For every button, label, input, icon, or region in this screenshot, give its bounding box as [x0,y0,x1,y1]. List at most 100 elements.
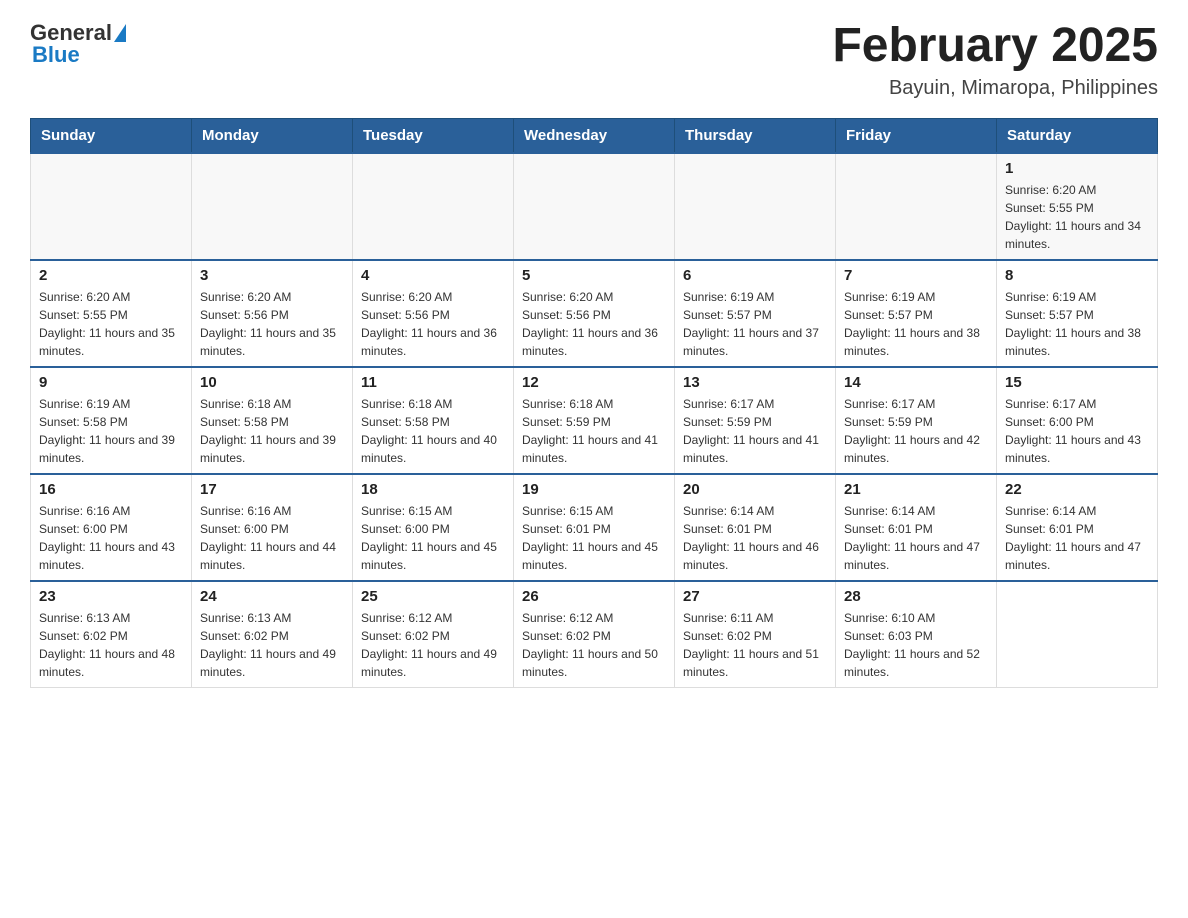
calendar-header: Sunday Monday Tuesday Wednesday Thursday… [31,118,1158,153]
day-number: 27 [683,588,827,605]
day-number: 16 [39,481,183,498]
day-info: Sunrise: 6:13 AMSunset: 6:02 PMDaylight:… [200,609,344,681]
day-info: Sunrise: 6:14 AMSunset: 6:01 PMDaylight:… [683,502,827,574]
day-number: 19 [522,481,666,498]
calendar-cell: 26 Sunrise: 6:12 AMSunset: 6:02 PMDayligh… [514,581,675,688]
calendar-title: February 2025 [832,20,1158,73]
logo-triangle-icon [114,24,126,42]
calendar-week-row: 1 Sunrise: 6:20 AMSunset: 5:55 PMDaylight… [31,153,1158,260]
calendar-cell [675,153,836,260]
col-saturday: Saturday [997,118,1158,153]
day-number: 23 [39,588,183,605]
page-header: General Blue February 2025 Bayuin, Mimar… [30,20,1158,100]
calendar-cell [353,153,514,260]
day-info: Sunrise: 6:20 AMSunset: 5:55 PMDaylight:… [1005,181,1149,253]
day-info: Sunrise: 6:10 AMSunset: 6:03 PMDaylight:… [844,609,988,681]
day-info: Sunrise: 6:17 AMSunset: 5:59 PMDaylight:… [844,395,988,467]
day-number: 2 [39,267,183,284]
calendar-cell [997,581,1158,688]
day-info: Sunrise: 6:16 AMSunset: 6:00 PMDaylight:… [200,502,344,574]
day-info: Sunrise: 6:19 AMSunset: 5:58 PMDaylight:… [39,395,183,467]
day-info: Sunrise: 6:20 AMSunset: 5:56 PMDaylight:… [361,288,505,360]
day-number: 10 [200,374,344,391]
day-number: 13 [683,374,827,391]
day-number: 24 [200,588,344,605]
day-info: Sunrise: 6:19 AMSunset: 5:57 PMDaylight:… [1005,288,1149,360]
logo: General Blue [30,20,128,68]
calendar-cell: 24 Sunrise: 6:13 AMSunset: 6:02 PMDayligh… [192,581,353,688]
calendar-cell: 10Sunrise: 6:18 AMSunset: 5:58 PMDayligh… [192,367,353,474]
calendar-cell [31,153,192,260]
title-block: February 2025 Bayuin, Mimaropa, Philippi… [832,20,1158,100]
calendar-cell: 8 Sunrise: 6:19 AMSunset: 5:57 PMDaylight… [997,260,1158,367]
calendar-cell: 14Sunrise: 6:17 AMSunset: 5:59 PMDayligh… [836,367,997,474]
calendar-table: Sunday Monday Tuesday Wednesday Thursday… [30,118,1158,688]
calendar-week-row: 16 Sunrise: 6:16 AMSunset: 6:00 PMDayligh… [31,474,1158,581]
day-number: 1 [1005,160,1149,177]
day-number: 18 [361,481,505,498]
calendar-cell: 27 Sunrise: 6:11 AMSunset: 6:02 PMDayligh… [675,581,836,688]
day-number: 3 [200,267,344,284]
calendar-cell: 13Sunrise: 6:17 AMSunset: 5:59 PMDayligh… [675,367,836,474]
calendar-subtitle: Bayuin, Mimaropa, Philippines [832,77,1158,100]
day-number: 17 [200,481,344,498]
calendar-cell: 20 Sunrise: 6:14 AMSunset: 6:01 PMDayligh… [675,474,836,581]
day-number: 20 [683,481,827,498]
day-info: Sunrise: 6:12 AMSunset: 6:02 PMDaylight:… [522,609,666,681]
day-number: 22 [1005,481,1149,498]
day-number: 21 [844,481,988,498]
calendar-cell: 5 Sunrise: 6:20 AMSunset: 5:56 PMDaylight… [514,260,675,367]
day-info: Sunrise: 6:14 AMSunset: 6:01 PMDaylight:… [844,502,988,574]
col-tuesday: Tuesday [353,118,514,153]
logo-blue-text: Blue [30,42,80,68]
calendar-cell: 1 Sunrise: 6:20 AMSunset: 5:55 PMDaylight… [997,153,1158,260]
day-number: 25 [361,588,505,605]
calendar-week-row: 23 Sunrise: 6:13 AMSunset: 6:02 PMDayligh… [31,581,1158,688]
col-monday: Monday [192,118,353,153]
calendar-cell: 23Sunrise: 6:13 AMSunset: 6:02 PMDayligh… [31,581,192,688]
calendar-cell: 9 Sunrise: 6:19 AMSunset: 5:58 PMDaylight… [31,367,192,474]
day-info: Sunrise: 6:11 AMSunset: 6:02 PMDaylight:… [683,609,827,681]
day-number: 6 [683,267,827,284]
day-number: 26 [522,588,666,605]
day-info: Sunrise: 6:14 AMSunset: 6:01 PMDaylight:… [1005,502,1149,574]
calendar-cell: 3 Sunrise: 6:20 AMSunset: 5:56 PMDaylight… [192,260,353,367]
day-info: Sunrise: 6:18 AMSunset: 5:59 PMDaylight:… [522,395,666,467]
day-number: 9 [39,374,183,391]
calendar-cell: 28 Sunrise: 6:10 AMSunset: 6:03 PMDayligh… [836,581,997,688]
day-number: 11 [361,374,505,391]
calendar-week-row: 2 Sunrise: 6:20 AMSunset: 5:55 PMDaylight… [31,260,1158,367]
col-thursday: Thursday [675,118,836,153]
days-of-week-row: Sunday Monday Tuesday Wednesday Thursday… [31,118,1158,153]
col-friday: Friday [836,118,997,153]
calendar-cell: 21 Sunrise: 6:14 AMSunset: 6:01 PMDayligh… [836,474,997,581]
calendar-cell: 11Sunrise: 6:18 AMSunset: 5:58 PMDayligh… [353,367,514,474]
day-number: 8 [1005,267,1149,284]
calendar-cell: 22 Sunrise: 6:14 AMSunset: 6:01 PMDayligh… [997,474,1158,581]
calendar-week-row: 9 Sunrise: 6:19 AMSunset: 5:58 PMDaylight… [31,367,1158,474]
calendar-body: 1 Sunrise: 6:20 AMSunset: 5:55 PMDaylight… [31,153,1158,688]
calendar-cell: 2 Sunrise: 6:20 AMSunset: 5:55 PMDaylight… [31,260,192,367]
day-info: Sunrise: 6:20 AMSunset: 5:56 PMDaylight:… [522,288,666,360]
day-info: Sunrise: 6:20 AMSunset: 5:55 PMDaylight:… [39,288,183,360]
calendar-cell [192,153,353,260]
calendar-cell [514,153,675,260]
col-sunday: Sunday [31,118,192,153]
calendar-cell: 25 Sunrise: 6:12 AMSunset: 6:02 PMDayligh… [353,581,514,688]
calendar-cell: 18 Sunrise: 6:15 AMSunset: 6:00 PMDayligh… [353,474,514,581]
day-info: Sunrise: 6:19 AMSunset: 5:57 PMDaylight:… [683,288,827,360]
calendar-cell: 12Sunrise: 6:18 AMSunset: 5:59 PMDayligh… [514,367,675,474]
day-info: Sunrise: 6:12 AMSunset: 6:02 PMDaylight:… [361,609,505,681]
day-info: Sunrise: 6:15 AMSunset: 6:00 PMDaylight:… [361,502,505,574]
calendar-cell: 6 Sunrise: 6:19 AMSunset: 5:57 PMDaylight… [675,260,836,367]
day-number: 5 [522,267,666,284]
calendar-cell: 16Sunrise: 6:16 AMSunset: 6:00 PMDayligh… [31,474,192,581]
calendar-cell: 4Sunrise: 6:20 AMSunset: 5:56 PMDaylight… [353,260,514,367]
day-number: 28 [844,588,988,605]
day-number: 7 [844,267,988,284]
calendar-cell [836,153,997,260]
day-info: Sunrise: 6:19 AMSunset: 5:57 PMDaylight:… [844,288,988,360]
day-info: Sunrise: 6:15 AMSunset: 6:01 PMDaylight:… [522,502,666,574]
day-info: Sunrise: 6:20 AMSunset: 5:56 PMDaylight:… [200,288,344,360]
col-wednesday: Wednesday [514,118,675,153]
